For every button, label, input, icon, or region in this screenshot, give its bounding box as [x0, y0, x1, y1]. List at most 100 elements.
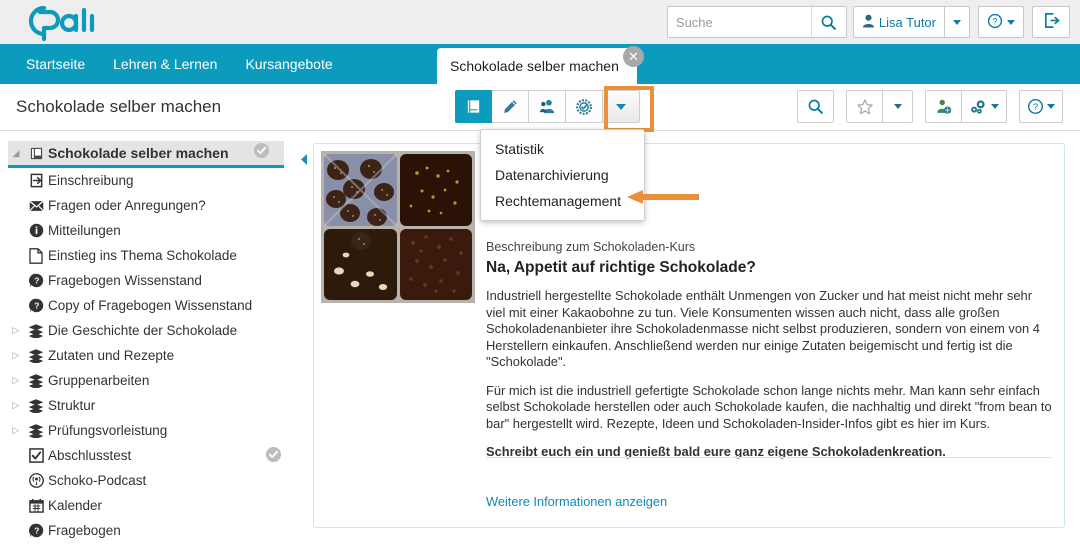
user-menu-button[interactable]: Lisa Tutor	[852, 6, 945, 38]
nav-item-kursangebote[interactable]: Kursangebote	[231, 44, 346, 84]
logout-button[interactable]	[1032, 6, 1070, 38]
sidebar-item-label: Abschlusstest	[48, 448, 132, 463]
collapse-left-icon[interactable]	[297, 143, 311, 175]
sidebar-item-zutaten[interactable]: ▷ Zutaten und Rezepte	[0, 343, 296, 368]
stack-icon	[24, 373, 48, 388]
chevron-down-icon	[616, 103, 626, 110]
menu-item-statistik[interactable]: Statistik	[481, 136, 644, 162]
course-edit-button[interactable]	[492, 90, 529, 123]
sidebar-item-schoko-podcast[interactable]: Schoko-Podcast	[0, 468, 296, 493]
sidebar-item-copy-fragebogen[interactable]: ? Copy of Fragebogen Wissenstand	[0, 293, 296, 318]
menu-item-rechtemanagement[interactable]: Rechtemanagement	[481, 188, 644, 214]
stack-icon	[24, 348, 48, 363]
sidebar-item-gruppenarbeiten[interactable]: ▷ Gruppenarbeiten	[0, 368, 296, 393]
sidebar-item-root[interactable]: ◢ Schokolade selber machen	[8, 141, 284, 168]
question-icon: ?	[24, 273, 48, 288]
help-dropdown[interactable]: ?	[1019, 90, 1063, 123]
user-menu-group: Lisa Tutor	[852, 6, 970, 38]
sidebar-item-label: Fragebogen	[48, 523, 121, 538]
course-run-button[interactable]	[455, 90, 492, 123]
more-info-link[interactable]: Weitere Informationen anzeigen	[486, 494, 667, 509]
settings-dropdown[interactable]	[962, 90, 1007, 123]
svg-text:?: ?	[1033, 102, 1038, 113]
question-icon: ?	[24, 298, 48, 313]
description-paragraph-3: Schreibt euch ein und genießt bald eure …	[486, 444, 946, 459]
chevron-down-icon	[991, 104, 999, 109]
description-label: Beschreibung zum Schokoladen-Kurs	[486, 240, 696, 254]
course-approval-button[interactable]	[566, 90, 603, 123]
course-more-dropdown[interactable]	[603, 90, 640, 123]
course-tools-right: ?	[797, 90, 1063, 123]
sidebar-item-fragebogen-wissenstand[interactable]: ? Fragebogen Wissenstand	[0, 268, 296, 293]
opal-course-page: Lisa Tutor ?	[0, 0, 1080, 545]
sidebar-item-label: Zutaten und Rezepte	[48, 348, 175, 363]
course-members-button[interactable]	[529, 90, 566, 123]
question-icon: ?	[24, 523, 48, 538]
help-menu-button[interactable]: ?	[978, 6, 1024, 38]
bookmark-dropdown[interactable]	[883, 90, 913, 123]
user-menu-caret-button[interactable]	[945, 6, 970, 38]
description-heading: Na, Appetit auf richtige Schokolade?	[486, 259, 756, 276]
nav-item-lehren-lernen[interactable]: Lehren & Lernen	[99, 44, 231, 84]
twisty-icon[interactable]: ▷	[8, 425, 24, 436]
course-tool-group	[455, 90, 640, 123]
chevron-down-icon	[1047, 104, 1055, 109]
content-search-button[interactable]	[797, 90, 834, 123]
twisty-icon[interactable]: ▷	[8, 350, 24, 361]
sidebar-item-einstieg[interactable]: Einstieg ins Thema Schokolade	[0, 243, 296, 268]
calendar-icon	[24, 498, 48, 513]
course-tree-sidebar: ◢ Schokolade selber machen Einschreibung…	[0, 132, 296, 545]
twisty-icon[interactable]: ▷	[8, 325, 24, 336]
course-thumbnail	[321, 151, 475, 303]
sidebar-item-label: Schoko-Podcast	[48, 473, 147, 488]
global-search	[666, 6, 847, 38]
sidebar-item-label: Die Geschichte der Schokolade	[48, 323, 238, 338]
twisty-icon[interactable]: ▷	[8, 375, 24, 386]
badge-check-icon	[576, 98, 592, 115]
page-icon	[24, 247, 48, 264]
course-more-menu: Statistik Datenarchivierung Rechtemanage…	[480, 129, 645, 221]
user-name-label: Lisa Tutor	[878, 14, 936, 30]
check-circle-icon	[253, 142, 270, 164]
content-search-group	[797, 90, 834, 123]
twisty-expanded-icon[interactable]: ◢	[8, 148, 24, 159]
sidebar-item-fragebogen[interactable]: ? Fragebogen	[0, 518, 296, 543]
twisty-icon[interactable]: ▷	[8, 400, 24, 411]
top-bar: Lisa Tutor ?	[0, 0, 1080, 44]
share-user-button[interactable]	[925, 90, 962, 123]
sidebar-item-kalender[interactable]: Kalender	[0, 493, 296, 518]
pointer-arrow-annotation	[627, 188, 699, 211]
search-input[interactable]	[667, 7, 811, 37]
sidebar-item-geschichte[interactable]: ▷ Die Geschichte der Schokolade	[0, 318, 296, 343]
sidebar-item-label: Fragebogen Wissenstand	[48, 273, 202, 288]
nav-item-startseite[interactable]: Startseite	[12, 44, 99, 84]
stack-icon	[24, 323, 48, 338]
page-title: Schokolade selber machen	[16, 97, 222, 116]
opal-logo[interactable]	[14, 2, 104, 42]
course-tab[interactable]: Schokolade selber machen	[437, 48, 637, 84]
book-icon	[467, 100, 480, 113]
help-circle-icon: ?	[1027, 98, 1044, 115]
sidebar-item-struktur[interactable]: ▷ Struktur	[0, 393, 296, 418]
sidebar-item-einschreibung[interactable]: Einschreibung	[0, 168, 296, 193]
search-icon[interactable]	[810, 7, 846, 37]
bookmark-button[interactable]	[846, 90, 883, 123]
course-description-body: Na, Appetit auf richtige Schokolade? Ind…	[486, 259, 1052, 473]
description-paragraph-1: Industriell hergestellte Schokolade enth…	[486, 288, 1040, 369]
svg-text:?: ?	[34, 526, 39, 536]
chevron-down-icon	[1007, 19, 1015, 25]
sidebar-item-mitteilungen[interactable]: Mitteilungen	[0, 218, 296, 243]
menu-item-datenarchivierung[interactable]: Datenarchivierung	[481, 162, 644, 188]
gear-icon	[971, 99, 985, 114]
chevron-down-icon	[953, 19, 961, 25]
user-share-icon	[936, 99, 951, 114]
bookmark-group	[846, 90, 913, 123]
enroll-icon	[24, 173, 48, 188]
sidebar-item-fragen[interactable]: Fragen oder Anregungen?	[0, 193, 296, 218]
sidebar-item-abschlusstest[interactable]: Abschlusstest	[0, 443, 296, 468]
sidebar-item-pruefungsvorleistung[interactable]: ▷ Prüfungsvorleistung	[0, 418, 296, 443]
star-icon	[856, 98, 873, 114]
sidebar-item-label: Einschreibung	[48, 173, 134, 188]
svg-text:?: ?	[993, 16, 998, 26]
close-icon[interactable]: ✕	[623, 46, 644, 67]
